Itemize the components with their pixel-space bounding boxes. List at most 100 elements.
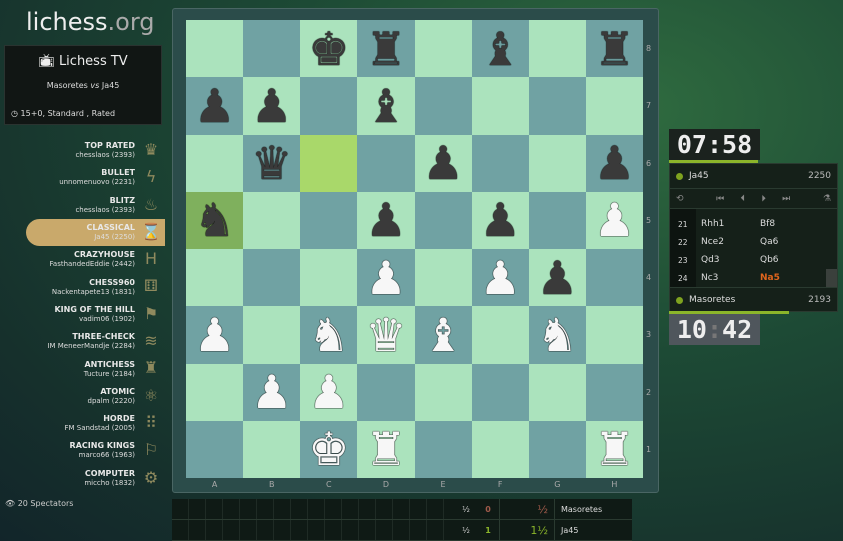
- square-e4[interactable]: [414, 249, 472, 307]
- square-g7[interactable]: [528, 77, 586, 135]
- square-d7[interactable]: ♝: [357, 77, 415, 135]
- square-d2[interactable]: [357, 363, 415, 421]
- channel-classical[interactable]: CLASSICAL Ja45 (2250) ⌛: [26, 218, 165, 247]
- white-pawn-icon[interactable]: ♟: [365, 255, 406, 301]
- top-player[interactable]: Ja45 2250: [670, 164, 837, 189]
- square-f6[interactable]: [471, 134, 529, 192]
- square-g5[interactable]: [528, 191, 586, 249]
- square-b3[interactable]: [243, 306, 301, 364]
- white-pawn-icon[interactable]: ♟: [251, 369, 292, 415]
- square-e1[interactable]: [414, 420, 472, 478]
- white-king-icon[interactable]: ♚: [308, 426, 349, 472]
- square-f3[interactable]: [471, 306, 529, 364]
- square-c6[interactable]: [300, 134, 358, 192]
- square-e3[interactable]: ♝: [414, 306, 472, 364]
- square-g1[interactable]: [528, 420, 586, 478]
- square-c3[interactable]: ♞: [300, 306, 358, 364]
- white-pawn-icon[interactable]: ♟: [480, 255, 521, 301]
- square-c7[interactable]: [300, 77, 358, 135]
- black-pawn-icon[interactable]: ♟: [594, 140, 635, 186]
- square-g4[interactable]: ♟: [528, 249, 586, 307]
- square-c1[interactable]: ♚: [300, 420, 358, 478]
- black-pawn-icon[interactable]: ♟: [422, 140, 463, 186]
- square-a6[interactable]: [186, 134, 244, 192]
- channel-top-rated[interactable]: TOP RATED chesslaos (2393) ♛: [0, 137, 165, 164]
- black-move[interactable]: Qb6: [760, 255, 820, 265]
- square-g8[interactable]: [528, 20, 586, 78]
- crosstable-name[interactable]: Ja45: [554, 520, 632, 540]
- black-move[interactable]: Na5: [760, 273, 820, 283]
- chess-board[interactable]: ♚ ♜ ♝ ♜ ♟ ♟ ♝ ♛ ♟ ♟ ♞ ♟ ♟ ♟ ♟ ♟ ♟ ♟ ♞ ♛ ♝ ♞ ♟ ♟ ♚ ♜ ♜: [186, 20, 643, 478]
- square-d4[interactable]: ♟: [357, 249, 415, 307]
- square-a7[interactable]: ♟: [186, 77, 244, 135]
- black-pawn-icon[interactable]: ♟: [365, 197, 406, 243]
- white-rook-icon[interactable]: ♜: [594, 426, 635, 472]
- black-move[interactable]: f5: [760, 209, 820, 211]
- square-b7[interactable]: ♟: [243, 77, 301, 135]
- white-move[interactable]: Qd3: [696, 255, 760, 265]
- square-c4[interactable]: [300, 249, 358, 307]
- channel-king-of-the-hill[interactable]: KING OF THE HILL vadim06 (1902) ⚑: [0, 301, 165, 328]
- channel-chess960[interactable]: CHESS960 Nackentapete13 (1831) ⚅: [0, 273, 165, 300]
- square-e2[interactable]: [414, 363, 472, 421]
- square-f4[interactable]: ♟: [471, 249, 529, 307]
- square-b4[interactable]: [243, 249, 301, 307]
- channel-racing-kings[interactable]: RACING KINGS marco66 (1963) ⚐: [0, 437, 165, 464]
- white-move[interactable]: Rhh1: [696, 219, 760, 229]
- square-b1[interactable]: [243, 420, 301, 478]
- square-d1[interactable]: ♜: [357, 420, 415, 478]
- analysis-icon[interactable]: ⚗: [823, 194, 831, 204]
- square-e5[interactable]: [414, 191, 472, 249]
- square-h3[interactable]: [585, 306, 643, 364]
- square-b8[interactable]: [243, 20, 301, 78]
- square-f5[interactable]: ♟: [471, 191, 529, 249]
- square-b6[interactable]: ♛: [243, 134, 301, 192]
- flip-icon[interactable]: ⟲: [676, 194, 684, 204]
- square-d3[interactable]: ♛: [357, 306, 415, 364]
- white-pawn-icon[interactable]: ♟: [308, 369, 349, 415]
- black-rook-icon[interactable]: ♜: [365, 26, 406, 72]
- prev-icon[interactable]: ⏴: [741, 194, 746, 204]
- channel-bullet[interactable]: BULLET unnomenuovo (2231) ϟ: [0, 164, 165, 191]
- square-c5[interactable]: [300, 191, 358, 249]
- white-bishop-icon[interactable]: ♝: [422, 312, 463, 358]
- square-e8[interactable]: [414, 20, 472, 78]
- black-move[interactable]: Qa6: [760, 237, 820, 247]
- channel-atomic[interactable]: ATOMIC dpalm (2220) ⚛: [0, 383, 165, 410]
- white-knight-icon[interactable]: ♞: [308, 312, 349, 358]
- black-pawn-icon[interactable]: ♟: [480, 197, 521, 243]
- square-h8[interactable]: ♜: [585, 20, 643, 78]
- black-queen-icon[interactable]: ♛: [251, 140, 292, 186]
- bottom-player[interactable]: Masoretes 2193: [670, 287, 837, 312]
- square-a3[interactable]: ♟: [186, 306, 244, 364]
- square-f2[interactable]: [471, 363, 529, 421]
- square-h1[interactable]: ♜: [585, 420, 643, 478]
- square-d5[interactable]: ♟: [357, 191, 415, 249]
- square-f7[interactable]: [471, 77, 529, 135]
- square-c8[interactable]: ♚: [300, 20, 358, 78]
- white-knight-icon[interactable]: ♞: [537, 312, 578, 358]
- square-a8[interactable]: [186, 20, 244, 78]
- black-king-icon[interactable]: ♚: [308, 26, 349, 72]
- square-h5[interactable]: ♟: [585, 191, 643, 249]
- square-g3[interactable]: ♞: [528, 306, 586, 364]
- channel-blitz[interactable]: BLITZ chesslaos (2393) ♨: [0, 192, 165, 219]
- black-move[interactable]: Bf8: [760, 219, 820, 229]
- black-bishop-icon[interactable]: ♝: [365, 83, 406, 129]
- site-logo[interactable]: lichess.org: [26, 8, 155, 36]
- white-rook-icon[interactable]: ♜: [365, 426, 406, 472]
- square-a2[interactable]: [186, 363, 244, 421]
- white-move[interactable]: Nc3: [696, 273, 760, 283]
- square-a5[interactable]: ♞: [186, 191, 244, 249]
- tv-matchup[interactable]: Masoretes vs Ja45: [5, 81, 161, 90]
- square-b5[interactable]: [243, 191, 301, 249]
- square-a1[interactable]: [186, 420, 244, 478]
- square-a4[interactable]: [186, 249, 244, 307]
- square-e7[interactable]: [414, 77, 472, 135]
- black-pawn-icon[interactable]: ♟: [194, 83, 235, 129]
- square-h6[interactable]: ♟: [585, 134, 643, 192]
- white-queen-icon[interactable]: ♛: [365, 312, 406, 358]
- square-d8[interactable]: ♜: [357, 20, 415, 78]
- channel-antichess[interactable]: ANTICHESS Tucture (2184) ♜: [0, 355, 165, 382]
- channel-computer[interactable]: COMPUTER miccho (1832) ⚙: [0, 465, 165, 492]
